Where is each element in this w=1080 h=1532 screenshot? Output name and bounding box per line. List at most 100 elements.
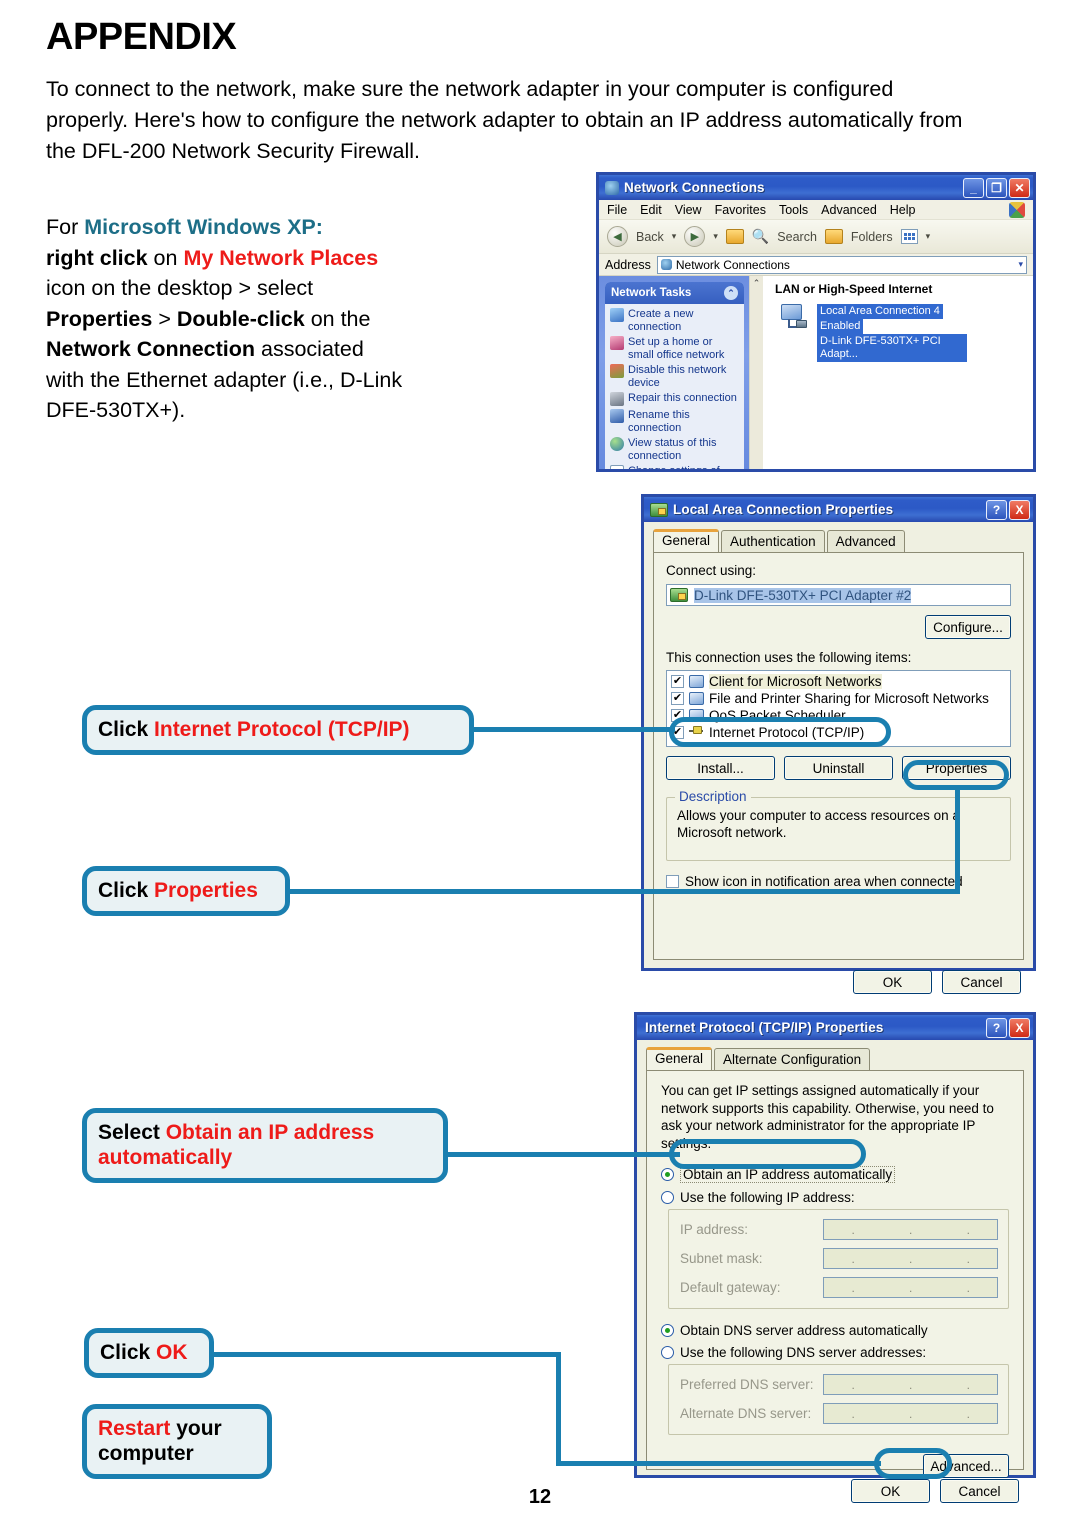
component-label: QoS Packet Scheduler xyxy=(709,708,846,723)
network-tasks-header[interactable]: Network Tasks ⌃ xyxy=(605,282,744,304)
alternate-dns-input[interactable]: ... xyxy=(823,1403,998,1424)
components-list[interactable]: ✔ Client for Microsoft Networks ✔ File a… xyxy=(666,670,1011,747)
checkbox-checked[interactable]: ✔ xyxy=(671,709,684,722)
task-rename-connection[interactable]: Rename this connection xyxy=(610,409,739,434)
menu-favorites[interactable]: Favorites xyxy=(715,203,766,217)
instr-line5-tail: associated xyxy=(255,337,364,361)
menu-edit[interactable]: Edit xyxy=(640,203,662,217)
tab-advanced[interactable]: Advanced xyxy=(826,530,905,553)
connection-name: Local Area Connection 4 xyxy=(817,304,943,319)
forward-icon[interactable]: ▶ xyxy=(684,226,706,247)
ok-button[interactable]: OK xyxy=(853,970,932,994)
tab-authentication[interactable]: Authentication xyxy=(721,530,825,553)
menu-file[interactable]: File xyxy=(607,203,627,217)
up-folder-icon[interactable] xyxy=(725,229,744,244)
radio-obtain-dns-auto[interactable]: Obtain DNS server address automatically xyxy=(661,1323,1009,1338)
local-area-connection-properties-dialog: Local Area Connection Properties ? X Gen… xyxy=(641,494,1036,994)
minimize-button[interactable]: _ xyxy=(963,177,984,198)
scroll-up-icon[interactable]: ⌃ xyxy=(753,278,761,289)
back-icon[interactable]: ◀ xyxy=(607,226,628,247)
task-label: View status of this connection xyxy=(628,437,717,462)
default-gateway-input[interactable]: ... xyxy=(823,1277,998,1298)
checkbox-checked[interactable]: ✔ xyxy=(671,675,684,688)
menu-advanced[interactable]: Advanced xyxy=(821,203,877,217)
radio-obtain-ip-auto[interactable]: Obtain an IP address automatically xyxy=(661,1166,1009,1183)
tcpip-title: Internet Protocol (TCP/IP) Properties xyxy=(645,1020,884,1035)
help-button[interactable]: ? xyxy=(986,1017,1007,1038)
radio-unselected[interactable] xyxy=(661,1346,674,1359)
configure-button[interactable]: Configure... xyxy=(925,615,1011,639)
explorer-body: Network Tasks ⌃ Create a new connection … xyxy=(599,276,1033,469)
instr-network-connection: Network Connection xyxy=(46,337,256,361)
ok-button[interactable]: OK xyxy=(851,1479,930,1503)
settings-doc-icon xyxy=(610,465,624,469)
tcpip-general-panel: You can get IP settings assigned automat… xyxy=(646,1070,1024,1478)
task-label: Repair this connection xyxy=(628,392,737,404)
checkbox-unchecked[interactable] xyxy=(666,875,679,888)
task-repair-connection[interactable]: Repair this connection xyxy=(610,392,739,406)
callout-prefix: Click xyxy=(98,879,155,902)
chevron-down-icon[interactable]: ▾ xyxy=(1018,259,1023,270)
views-dropdown-icon[interactable]: ▾ xyxy=(926,231,931,242)
callout-highlight: Internet Protocol (TCP/IP) xyxy=(154,718,410,741)
folders-label[interactable]: Folders xyxy=(851,230,893,244)
task-change-settings[interactable]: Change settings of this connection xyxy=(610,465,739,469)
radio-selected[interactable] xyxy=(661,1168,674,1181)
explorer-scrollbar[interactable]: ⌃ ⌄ xyxy=(749,276,763,469)
radio-unselected[interactable] xyxy=(661,1191,674,1204)
task-create-connection[interactable]: Create a new connection xyxy=(610,308,739,333)
instr-double-click: Double-click xyxy=(176,306,305,331)
ip-address-input[interactable]: ... xyxy=(823,1219,998,1240)
list-item[interactable]: ✔ QoS Packet Scheduler xyxy=(669,707,1008,724)
forward-dropdown-icon[interactable]: ▾ xyxy=(713,231,718,242)
radio-selected[interactable] xyxy=(661,1324,674,1337)
uninstall-button[interactable]: Uninstall xyxy=(784,756,893,780)
tab-general[interactable]: General xyxy=(653,529,720,552)
preferred-dns-label: Preferred DNS server: xyxy=(680,1377,814,1392)
tab-general[interactable]: General xyxy=(646,1047,713,1070)
tab-alternate-configuration[interactable]: Alternate Configuration xyxy=(714,1048,871,1071)
task-disable-device[interactable]: Disable this network device xyxy=(610,364,739,389)
cancel-button[interactable]: Cancel xyxy=(942,970,1021,994)
search-icon[interactable]: 🔍 xyxy=(752,228,769,245)
rename-icon xyxy=(610,409,624,423)
dns-fields-group: Preferred DNS server: ... Alternate DNS … xyxy=(668,1364,1009,1435)
task-setup-home-network[interactable]: Set up a home or small office network xyxy=(610,336,739,361)
help-button[interactable]: ? xyxy=(986,499,1007,520)
menu-help[interactable]: Help xyxy=(890,203,916,217)
list-item[interactable]: ✔ File and Printer Sharing for Microsoft… xyxy=(669,690,1008,707)
advanced-button[interactable]: Advanced... xyxy=(923,1454,1009,1478)
task-view-status[interactable]: View status of this connection xyxy=(610,437,739,462)
network-tasks-title: Network Tasks xyxy=(611,287,692,299)
list-item-tcpip[interactable]: ✔ Internet Protocol (TCP/IP) xyxy=(669,724,1008,741)
list-item[interactable]: ✔ Client for Microsoft Networks xyxy=(669,673,1008,690)
close-icon[interactable]: X xyxy=(1009,499,1030,520)
preferred-dns-input[interactable]: ... xyxy=(823,1374,998,1395)
subnet-mask-input[interactable]: ... xyxy=(823,1248,998,1269)
list-item[interactable]: Local Area Connection 4 Enabled D-Link D… xyxy=(763,300,1033,362)
install-button[interactable]: Install... xyxy=(666,756,775,780)
menu-tools[interactable]: Tools xyxy=(779,203,808,217)
menu-view[interactable]: View xyxy=(675,203,702,217)
checkbox-checked[interactable]: ✔ xyxy=(671,692,684,705)
close-icon[interactable]: X xyxy=(1009,1017,1030,1038)
maximize-button[interactable]: ❐ xyxy=(986,177,1007,198)
close-icon[interactable]: ✕ xyxy=(1009,177,1030,198)
folders-icon[interactable] xyxy=(824,229,843,244)
address-input[interactable]: Network Connections ▾ xyxy=(656,255,1027,274)
lan-group-header: LAN or High-Speed Internet xyxy=(775,282,933,296)
adapter-field[interactable]: D-Link DFE-530TX+ PCI Adapter #2 xyxy=(666,584,1011,606)
back-label[interactable]: Back xyxy=(636,230,664,244)
home-network-icon xyxy=(610,336,624,350)
address-value: Network Connections xyxy=(675,257,790,272)
cancel-button[interactable]: Cancel xyxy=(940,1479,1019,1503)
collapse-icon[interactable]: ⌃ xyxy=(724,286,738,300)
leader-line-ok-vertical xyxy=(556,1352,561,1464)
radio-use-following-ip[interactable]: Use the following IP address: xyxy=(661,1190,1009,1205)
search-label[interactable]: Search xyxy=(777,230,817,244)
views-icon[interactable] xyxy=(900,229,918,244)
properties-button[interactable]: Properties xyxy=(902,756,1011,780)
callout-tail: your xyxy=(170,1417,222,1440)
back-dropdown-icon[interactable]: ▾ xyxy=(672,231,677,242)
radio-use-following-dns[interactable]: Use the following DNS server addresses: xyxy=(661,1345,1009,1360)
